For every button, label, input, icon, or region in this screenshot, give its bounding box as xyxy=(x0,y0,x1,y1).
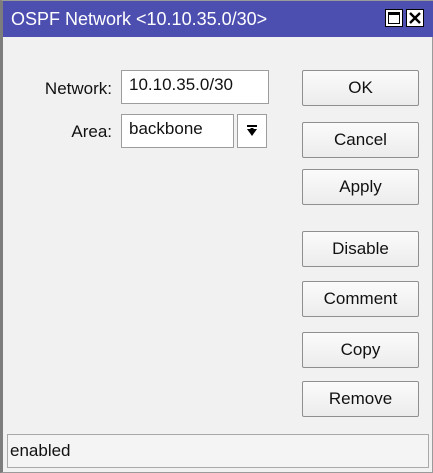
window-title: OSPF Network <10.10.35.0/30> xyxy=(11,9,268,29)
ok-button[interactable]: OK xyxy=(302,70,419,106)
title-bar[interactable]: OSPF Network <10.10.35.0/30> xyxy=(3,1,433,37)
maximize-icon xyxy=(388,12,400,24)
ospf-network-window: OSPF Network <10.10.35.0/30> Network: 10… xyxy=(0,0,433,473)
comment-button[interactable]: Comment xyxy=(302,281,419,317)
network-label: Network: xyxy=(44,79,112,98)
status-bar: enabled xyxy=(7,434,429,468)
area-select[interactable]: backbone xyxy=(121,114,234,148)
maximize-button[interactable] xyxy=(385,9,403,27)
apply-button[interactable]: Apply xyxy=(302,169,419,205)
cancel-button[interactable]: Cancel xyxy=(302,122,419,158)
network-field[interactable]: 10.10.35.0/30 xyxy=(121,70,269,104)
area-dropdown-button[interactable] xyxy=(237,114,267,148)
dropdown-arrow-icon xyxy=(247,125,257,136)
area-label: Area: xyxy=(71,122,112,141)
close-button[interactable] xyxy=(406,9,424,27)
close-icon xyxy=(409,12,421,24)
disable-button[interactable]: Disable xyxy=(302,231,419,267)
copy-button[interactable]: Copy xyxy=(302,332,419,368)
remove-button[interactable]: Remove xyxy=(302,381,419,417)
